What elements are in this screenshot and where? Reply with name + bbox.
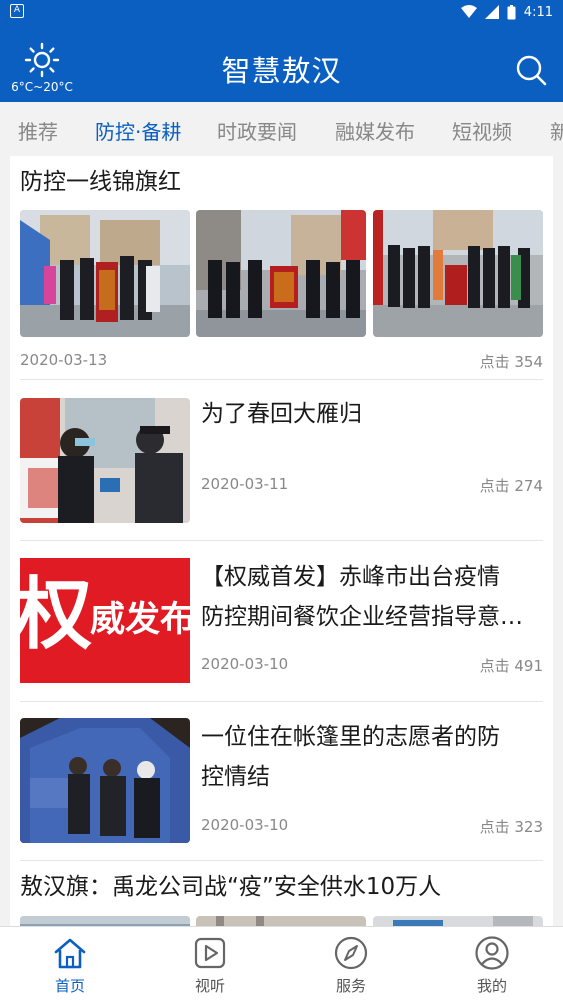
signal-icon: [484, 5, 499, 19]
article-image: [196, 916, 366, 926]
article-title-line: 控情结: [201, 764, 270, 790]
article-image: 权 威发布: [20, 558, 190, 683]
article-title: 为了春回大雁归: [201, 401, 362, 427]
article-clicks: 点击 323: [479, 818, 543, 836]
divider: [20, 701, 543, 702]
article-title-line: 防控期间餐饮企业经营指导意…: [201, 604, 523, 630]
nav-video[interactable]: 视听: [170, 935, 250, 996]
search-icon[interactable]: [515, 54, 547, 86]
category-tabs: 推荐 防控·备耕 时政要闻 融媒发布 短视频 新: [0, 102, 563, 156]
nav-video-label: 视听: [194, 977, 225, 995]
article-title-line: 一位住在帐篷里的志愿者的防: [201, 724, 500, 750]
user-icon: [475, 936, 509, 970]
bottom-nav: 首页 视听 服务 我的: [0, 926, 563, 1002]
divider: [20, 379, 543, 380]
nav-profile-label: 我的: [476, 977, 507, 995]
image-text: 权: [20, 570, 93, 660]
tab-short-video[interactable]: 短视频: [452, 116, 512, 145]
article-title: 防控一线锦旗红: [20, 169, 181, 195]
article-title-line: 【权威首发】赤峰市出台疫情: [201, 564, 500, 590]
article-image: [20, 210, 190, 337]
play-icon: [194, 937, 226, 969]
article-image: [20, 718, 190, 843]
article-image: [196, 210, 366, 337]
nav-profile[interactable]: 我的: [452, 935, 532, 996]
divider: [20, 860, 543, 861]
tab-more[interactable]: 新: [550, 116, 563, 145]
article-date: 2020-03-13: [20, 351, 108, 369]
tab-recommend[interactable]: 推荐: [18, 116, 58, 145]
article-clicks: 点击 274: [479, 477, 543, 495]
article-clicks: 点击 491: [479, 657, 543, 675]
compass-icon: [334, 936, 368, 970]
image-text: 威发布: [90, 600, 190, 640]
article-date: 2020-03-10: [201, 816, 289, 834]
article-image: [373, 916, 543, 926]
tab-prevention[interactable]: 防控·备耕: [95, 116, 181, 145]
article-title: 敖汉旗：禹龙公司战“疫”安全供水10万人: [20, 874, 442, 900]
article-image: [20, 398, 190, 523]
status-bar: A 4:11: [0, 0, 563, 24]
divider: [20, 540, 543, 541]
app-header: 6°C~20°C 智慧敖汉: [0, 24, 563, 102]
article-date: 2020-03-11: [201, 475, 289, 493]
clock: 4:11: [523, 4, 553, 20]
battery-icon: [507, 4, 516, 19]
article-date: 2020-03-10: [201, 655, 289, 673]
tab-politics[interactable]: 时政要闻: [217, 116, 297, 145]
news-feed[interactable]: 防控一线锦旗红 2020-03-13 点击 354 为了春回大雁归 2020-0…: [0, 156, 563, 926]
nav-services-label: 服务: [335, 977, 366, 995]
tab-media[interactable]: 融媒发布: [335, 116, 415, 145]
article-image: [373, 210, 543, 337]
app-title: 智慧敖汉: [221, 54, 342, 88]
wifi-icon: [460, 5, 477, 18]
article-image: [20, 916, 190, 926]
nav-home[interactable]: 首页: [30, 935, 110, 996]
nav-services[interactable]: 服务: [311, 935, 391, 996]
article-clicks: 点击 354: [479, 353, 543, 371]
notification-icon: A: [10, 4, 24, 18]
nav-home-label: 首页: [54, 977, 85, 995]
home-icon: [54, 938, 86, 969]
